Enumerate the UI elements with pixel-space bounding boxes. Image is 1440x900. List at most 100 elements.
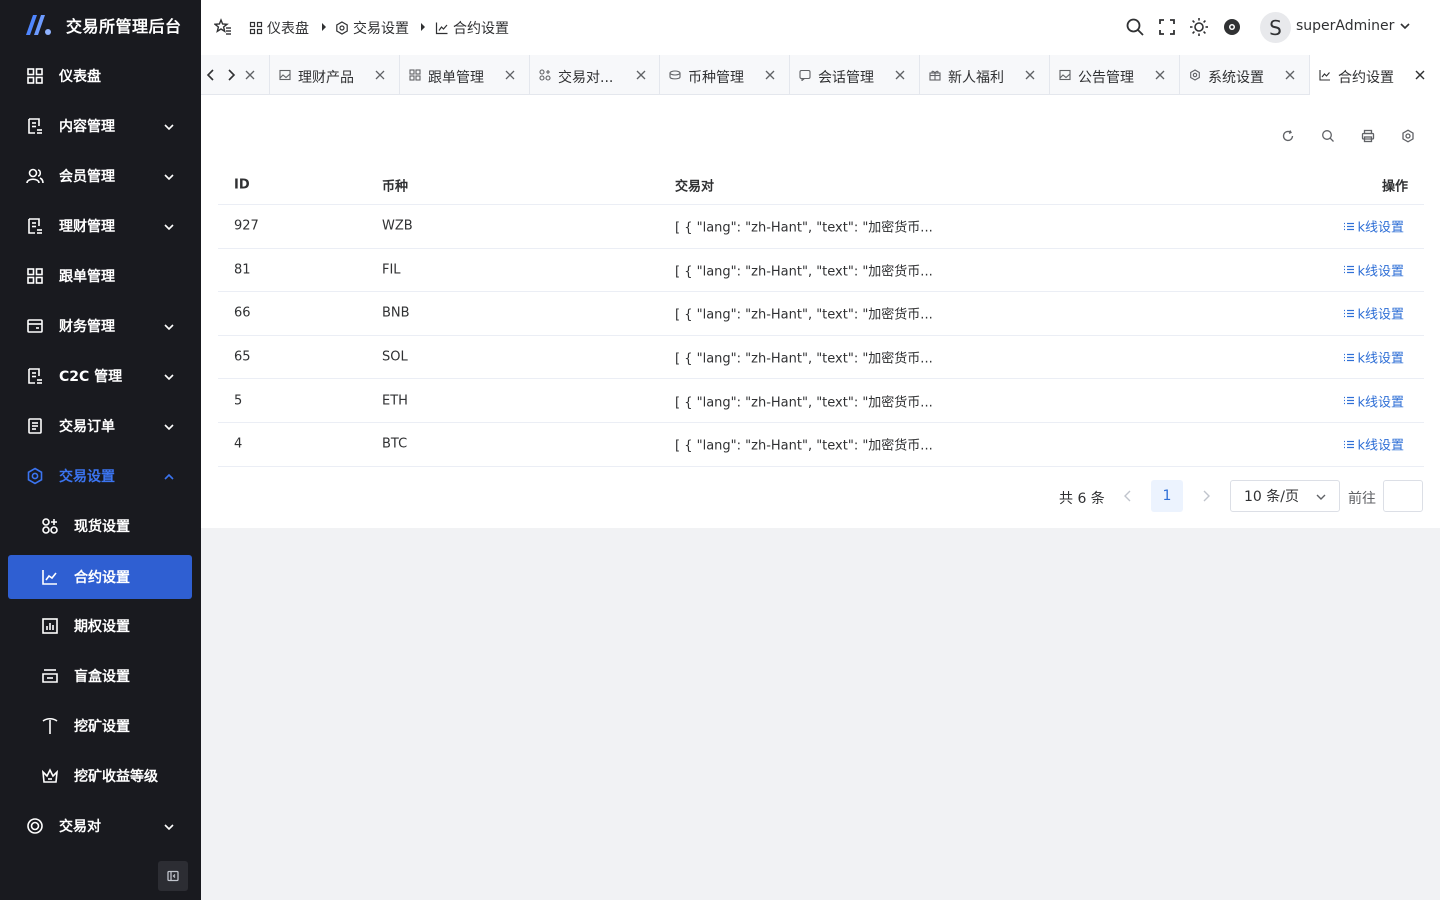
- dashboard-icon: [409, 69, 421, 81]
- tab-finance-products[interactable]: 理财产品: [270, 55, 400, 95]
- sidebar-item-orders[interactable]: 交易订单: [0, 404, 201, 448]
- cell-coin: SOL: [382, 349, 408, 365]
- pagination-page-current[interactable]: 1: [1151, 480, 1183, 512]
- settings-icon[interactable]: [1222, 17, 1242, 37]
- dashboard-icon: [27, 68, 43, 84]
- sidebar-item-spot-settings[interactable]: 现货设置: [0, 504, 201, 548]
- search-icon[interactable]: [1125, 17, 1145, 37]
- chat-icon: [799, 69, 811, 81]
- sidebar-item-trade-settings[interactable]: 交易设置: [0, 454, 201, 498]
- tab-copytrade[interactable]: 跟单管理: [400, 55, 530, 95]
- kline-settings-button[interactable]: k线设置: [1343, 217, 1404, 236]
- kline-settings-button[interactable]: k线设置: [1343, 348, 1404, 367]
- cell-id: 5: [234, 393, 243, 409]
- pagination-total: 共 6 条: [1059, 491, 1105, 507]
- breadcrumb-contract-settings[interactable]: 合约设置: [435, 18, 509, 38]
- search-icon[interactable]: [1321, 129, 1335, 143]
- coin-icon: [27, 818, 43, 834]
- box-icon: [42, 669, 58, 683]
- sidebar-item-option-settings[interactable]: 期权设置: [0, 604, 201, 648]
- sidebar-item-contract-settings[interactable]: 合约设置: [8, 555, 192, 599]
- close-icon[interactable]: [1415, 70, 1425, 80]
- settings-icon[interactable]: [1401, 129, 1415, 143]
- contract-settings-card: ID 币种 交易对 操作 927 WZB [ { "lang": "zh-Han…: [201, 95, 1440, 528]
- image-icon: [1059, 69, 1071, 81]
- close-icon[interactable]: [375, 70, 385, 80]
- cell-pair: [ { "lang": "zh-Hant", "text": "加密货币...: [675, 438, 933, 454]
- kline-settings-label: k线设置: [1357, 307, 1404, 323]
- refresh-icon[interactable]: [1281, 129, 1295, 143]
- pagination-goto-input[interactable]: [1383, 480, 1423, 512]
- chevron-right-icon[interactable]: [1201, 490, 1211, 502]
- tab-coin-management[interactable]: 币种管理: [660, 55, 790, 95]
- chevron-left-icon[interactable]: [1123, 490, 1133, 502]
- sidebar-item-finance-products[interactable]: 理财管理: [0, 204, 201, 248]
- cell-pair: [ { "lang": "zh-Hant", "text": "加密货币...: [675, 264, 933, 280]
- kline-settings-label: k线设置: [1357, 351, 1404, 367]
- dashboard-icon: [249, 21, 263, 35]
- breadcrumb-trade-settings[interactable]: 交易设置: [335, 18, 409, 38]
- sidebar-item-trading-pairs[interactable]: 交易对: [0, 804, 201, 848]
- sidebar-collapse-button[interactable]: [158, 861, 188, 891]
- favorite-star-icon[interactable]: [214, 18, 232, 36]
- close-icon[interactable]: [245, 70, 255, 80]
- column-header-id: ID: [234, 177, 250, 192]
- sidebar-item-label: 交易订单: [59, 419, 115, 435]
- sun-icon[interactable]: [1189, 17, 1209, 37]
- username[interactable]: superAdminer: [1296, 18, 1394, 34]
- sidebar-item-copytrade[interactable]: 跟单管理: [0, 254, 201, 298]
- close-icon[interactable]: [1285, 70, 1295, 80]
- close-icon[interactable]: [505, 70, 515, 80]
- document-icon: [28, 118, 42, 134]
- fullscreen-icon[interactable]: [1157, 17, 1177, 37]
- tab-trading-pairs[interactable]: 交易对...: [530, 55, 660, 95]
- close-icon[interactable]: [895, 70, 905, 80]
- dashboard-icon: [27, 268, 43, 284]
- sidebar-item-label: C2C 管理: [59, 369, 123, 385]
- cell-coin: BNB: [382, 305, 410, 321]
- chevron-down-icon: [164, 174, 174, 181]
- order-icon: [28, 418, 42, 434]
- kline-settings-button[interactable]: k线设置: [1343, 260, 1404, 279]
- tab-label: 系统设置: [1208, 70, 1264, 86]
- sidebar-item-mining-levels[interactable]: 挖矿收益等级: [0, 754, 201, 798]
- cell-id: 65: [234, 349, 251, 365]
- close-icon[interactable]: [765, 70, 775, 80]
- close-icon[interactable]: [1025, 70, 1035, 80]
- print-icon[interactable]: [1361, 129, 1375, 143]
- sidebar-item-c2c[interactable]: C2C 管理: [0, 354, 201, 398]
- tabs-scroll-right-icon[interactable]: [224, 68, 238, 82]
- caret-right-icon: [421, 23, 425, 31]
- kline-settings-button[interactable]: k线设置: [1343, 435, 1404, 454]
- breadcrumb-label: 仪表盘: [267, 21, 309, 37]
- breadcrumb-dashboard[interactable]: 仪表盘: [249, 18, 309, 38]
- apps-icon: [42, 518, 58, 534]
- column-header-pair: 交易对: [675, 179, 715, 194]
- list-icon: [1344, 397, 1355, 405]
- tab-session-management[interactable]: 会话管理: [790, 55, 920, 95]
- bar-chart-icon: [42, 618, 58, 634]
- crown-icon: [41, 768, 59, 783]
- sidebar-item-content[interactable]: 内容管理: [0, 104, 201, 148]
- kline-settings-button[interactable]: k线设置: [1343, 391, 1404, 410]
- tab-label: 理财产品: [298, 70, 354, 86]
- tab-contract-settings[interactable]: 合约设置: [1310, 55, 1440, 95]
- page-size-select[interactable]: 10 条/页: [1230, 480, 1340, 512]
- tab-newbie-benefits[interactable]: 新人福利: [920, 55, 1050, 95]
- tabs-scroll-left-icon[interactable]: [204, 68, 218, 82]
- kline-settings-button[interactable]: k线设置: [1343, 304, 1404, 323]
- sidebar-item-members[interactable]: 会员管理: [0, 154, 201, 198]
- cell-coin: WZB: [382, 218, 413, 234]
- gift-icon: [929, 70, 941, 81]
- sidebar-item-finance[interactable]: 财务管理: [0, 304, 201, 348]
- close-icon[interactable]: [636, 70, 646, 80]
- tab-label: 币种管理: [688, 70, 744, 86]
- chevron-down-icon[interactable]: [1399, 20, 1411, 32]
- sidebar-item-mining-settings[interactable]: 挖矿设置: [0, 704, 201, 748]
- tab-system-settings[interactable]: 系统设置: [1180, 55, 1310, 95]
- close-icon[interactable]: [1155, 70, 1165, 80]
- sidebar-item-dashboard[interactable]: 仪表盘: [0, 54, 201, 98]
- tab-announcements[interactable]: 公告管理: [1050, 55, 1180, 95]
- sidebar-item-blindbox-settings[interactable]: 盲盒设置: [0, 654, 201, 698]
- avatar[interactable]: S: [1260, 12, 1291, 43]
